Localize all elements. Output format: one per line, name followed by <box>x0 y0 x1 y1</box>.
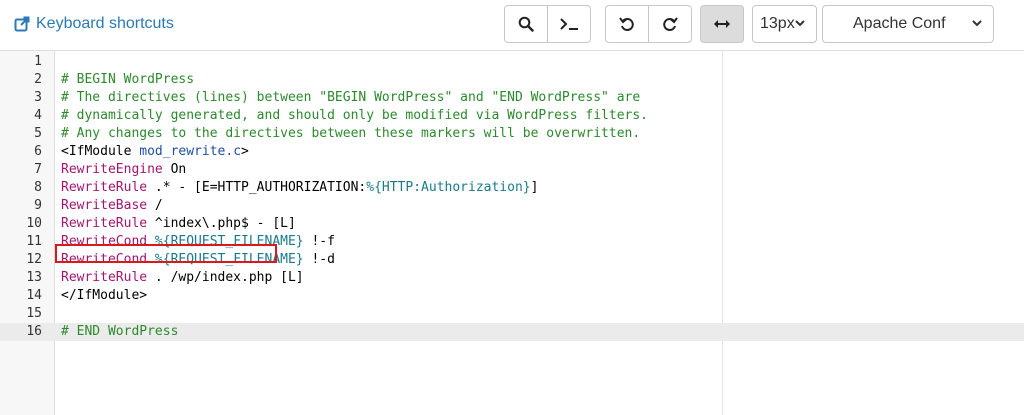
code-line[interactable]: 16 # END WordPress <box>0 323 1024 341</box>
code-lines: 1 2 # BEGIN WordPress 3 # The directives (li… <box>0 53 1024 341</box>
code-line[interactable]: 15 <box>0 305 1024 323</box>
line-number: 2 <box>34 72 42 87</box>
chevron-down-icon <box>972 20 982 27</box>
wrap-group <box>700 5 744 43</box>
line-number: 15 <box>26 306 42 321</box>
line-code: RewriteRule . /wp/index.php [L] <box>61 269 304 287</box>
undo-redo-group <box>605 5 692 43</box>
code-token: RewriteRule <box>61 180 148 195</box>
code-token: !-d <box>303 252 335 267</box>
line-code: RewriteRule .* - [E=HTTP_AUTHORIZATION:%… <box>61 179 538 197</box>
code-token: > <box>241 144 249 159</box>
line-code: # dynamically generated, and should only… <box>61 107 648 125</box>
chevron-down-icon <box>795 20 805 27</box>
code-token: On <box>162 162 187 177</box>
code-token: <IfModule <box>61 144 140 159</box>
editor-toolbar: Keyboard shortcuts 13px Apache Conf <box>0 0 1024 50</box>
line-number: 1 <box>34 54 42 69</box>
code-token: RewriteEngine <box>61 162 163 177</box>
font-size-select[interactable]: 13px <box>752 5 817 43</box>
code-line[interactable]: 9 RewriteBase / <box>0 197 1024 215</box>
keyboard-shortcuts-label: Keyboard shortcuts <box>36 15 174 32</box>
code-token: RewriteBase <box>61 198 148 213</box>
code-token: # dynamically generated, and should only… <box>61 108 648 123</box>
line-number: 14 <box>26 288 42 303</box>
search-button[interactable] <box>504 5 548 43</box>
line-number: 7 <box>34 162 42 177</box>
line-number: 16 <box>26 324 42 339</box>
code-token: . /wp/index.php [L] <box>147 270 304 285</box>
line-number: 8 <box>34 180 42 195</box>
line-code: # END WordPress <box>61 323 178 341</box>
code-token: # BEGIN WordPress <box>61 72 195 87</box>
search-icon <box>518 16 534 32</box>
line-code: RewriteRule ^index\.php$ - [L] <box>61 215 296 233</box>
search-goto-group <box>504 5 591 43</box>
line-number: 5 <box>34 126 42 141</box>
keyboard-shortcuts-link[interactable]: Keyboard shortcuts <box>14 15 174 33</box>
undo-button[interactable] <box>605 5 649 43</box>
external-link-icon <box>14 16 30 32</box>
code-line[interactable]: 8 RewriteRule .* - [E=HTTP_AUTHORIZATION:… <box>0 179 1024 197</box>
arrows-horizontal-icon <box>714 20 730 28</box>
language-mode-value: Apache Conf <box>853 15 946 32</box>
wrap-toggle-button[interactable] <box>700 5 744 43</box>
code-token: </IfModule> <box>61 288 148 303</box>
code-line[interactable]: 1 <box>0 53 1024 71</box>
code-line[interactable]: 7 RewriteEngine On <box>0 161 1024 179</box>
code-token: !-f <box>303 234 335 249</box>
code-line[interactable]: 2 # BEGIN WordPress <box>0 71 1024 89</box>
code-token: ] <box>530 180 539 195</box>
line-number: 4 <box>34 108 42 123</box>
line-code: RewriteEngine On <box>61 161 186 179</box>
line-code: <IfModule mod_rewrite.c> <box>61 143 249 161</box>
line-number: 12 <box>26 252 42 267</box>
code-token: ^index\.php$ - [L] <box>147 216 296 231</box>
redo-button[interactable] <box>648 5 692 43</box>
code-line[interactable]: 5 # Any changes to the directives between… <box>0 125 1024 143</box>
code-line[interactable]: 3 # The directives (lines) between "BEGIN… <box>0 89 1024 107</box>
highlight-box-rewritebase <box>55 244 277 263</box>
code-line[interactable]: 6 <IfModule mod_rewrite.c> <box>0 143 1024 161</box>
code-line[interactable]: 14 </IfModule> <box>0 287 1024 305</box>
code-line[interactable]: 4 # dynamically generated, and should onl… <box>0 107 1024 125</box>
redo-icon <box>663 17 678 31</box>
line-number: 10 <box>26 216 42 231</box>
code-line[interactable]: 13 RewriteRule . /wp/index.php [L] <box>0 269 1024 287</box>
line-code: # BEGIN WordPress <box>61 71 194 89</box>
undo-icon <box>619 17 634 31</box>
code-token: # END WordPress <box>61 324 179 339</box>
line-code: </IfModule> <box>61 287 147 305</box>
line-number: 13 <box>26 270 42 285</box>
code-token: # Any changes to the directives between … <box>61 126 641 141</box>
line-code: # The directives (lines) between "BEGIN … <box>61 89 640 107</box>
code-token: / <box>147 198 163 213</box>
code-token: RewriteRule <box>61 270 148 285</box>
terminal-icon <box>560 18 578 30</box>
code-editor[interactable]: 1 2 # BEGIN WordPress 3 # The directives (li… <box>0 50 1024 415</box>
line-code: RewriteBase / <box>61 197 163 215</box>
code-token: RewriteRule <box>61 216 148 231</box>
code-token: .* - [E=HTTP_AUTHORIZATION: <box>147 180 367 195</box>
line-number: 3 <box>34 90 42 105</box>
line-number: 9 <box>34 198 42 213</box>
code-line[interactable]: 10 RewriteRule ^index\.php$ - [L] <box>0 215 1024 233</box>
line-code: # Any changes to the directives between … <box>61 125 640 143</box>
goto-line-button[interactable] <box>547 5 591 43</box>
code-token: %{HTTP:Authorization} <box>366 180 531 195</box>
line-number: 11 <box>26 234 42 249</box>
line-number: 6 <box>34 144 42 159</box>
language-mode-select[interactable]: Apache Conf <box>822 5 994 43</box>
code-token: # The directives (lines) between "BEGIN … <box>61 90 641 105</box>
font-size-value: 13px <box>760 15 795 32</box>
code-token: mod_rewrite.c <box>139 144 242 159</box>
